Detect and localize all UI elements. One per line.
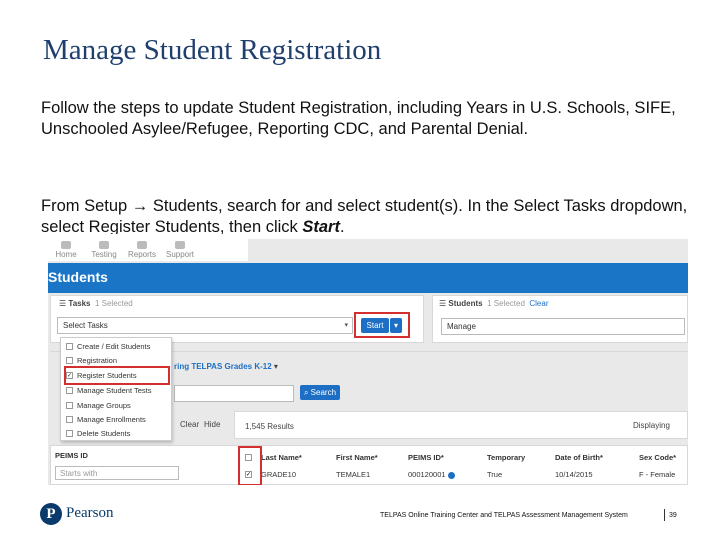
tasks-dropdown-menu: Create / Edit Students Registration ✓ Reg… (60, 337, 172, 441)
support-label: Support (165, 250, 195, 259)
students-clear-link[interactable]: Clear (529, 299, 548, 308)
select-tasks-dropdown[interactable]: Select Tasks ▾ (57, 317, 353, 334)
page-number: 39 (669, 512, 677, 519)
manage-dropdown[interactable]: Manage (441, 318, 685, 335)
delete-checkbox (66, 430, 73, 437)
tasks-label: Tasks (68, 299, 91, 308)
pearson-logo: P (40, 503, 62, 525)
register-highlight (64, 366, 170, 385)
col-first-name[interactable]: First Name* (336, 453, 378, 462)
home-icon (61, 241, 71, 249)
manage-tests-label: Manage Student Tests (77, 386, 152, 395)
registration-checkbox (66, 357, 73, 364)
col-sex-code[interactable]: Sex Code* (639, 453, 676, 462)
start-emphasis: Start (302, 218, 340, 234)
start-highlight (354, 312, 410, 338)
manage-tests-checkbox (66, 387, 73, 394)
search-label: Search (310, 388, 337, 397)
create-edit-checkbox (66, 343, 73, 350)
cell-first-name: TEMALE1 (336, 470, 371, 479)
intro-paragraph: Follow the steps to update Student Regis… (41, 99, 676, 138)
clear-link[interactable]: Clear (180, 420, 199, 429)
results-count: 1,545 Results (245, 422, 294, 431)
create-edit-label: Create / Edit Students (77, 342, 151, 351)
footer-divider (664, 509, 665, 521)
students-table: PEIMS ID Starts with Last Name* First Na… (50, 445, 688, 485)
search-button[interactable]: ⌕ Search (300, 385, 340, 400)
testing-icon (99, 241, 109, 249)
cell-dob: 10/14/2015 (555, 470, 593, 479)
manage-enrollments-label: Manage Enrollments (77, 415, 146, 424)
menu-item-manage-enrollments[interactable]: Manage Enrollments (61, 413, 173, 427)
reports-label: Reports (127, 250, 156, 259)
cell-peims-id: 000120001 (408, 470, 455, 479)
manage-groups-checkbox (66, 402, 73, 409)
menu-item-delete-students[interactable]: Delete Students (61, 427, 173, 441)
filter-input[interactable] (174, 385, 294, 402)
home-nav[interactable]: Home (48, 241, 84, 259)
app-screenshot: Home Testing Reports Support Students ☰ … (48, 239, 688, 485)
banner-title: Students (48, 269, 108, 285)
app-toolbar: Home Testing Reports Support (48, 239, 248, 261)
steps-paragraph: From Setup → Students, search for and se… (41, 196, 691, 234)
students-label: Students (448, 299, 483, 308)
info-icon[interactable] (447, 471, 455, 479)
cell-peims-value: 000120001 (408, 470, 446, 479)
delete-label: Delete Students (77, 429, 131, 438)
support-icon (175, 241, 185, 249)
slide-title: Manage Student Registration (43, 34, 382, 66)
cell-last-name: GRADE10 (261, 470, 297, 479)
displaying-label: Displaying (633, 421, 670, 430)
manage-value: Manage (447, 322, 476, 331)
col-dob[interactable]: Date of Birth* (555, 453, 603, 462)
students-header: ☰ Students 1 Selected Clear (439, 299, 549, 308)
manage-groups-label: Manage Groups (77, 401, 131, 410)
col-last-name[interactable]: Last Name* (261, 453, 302, 462)
menu-item-create-edit[interactable]: Create / Edit Students (61, 340, 173, 354)
menu-item-manage-groups[interactable]: Manage Groups (61, 399, 173, 413)
registration-label: Registration (77, 356, 118, 365)
tasks-selected: 1 Selected (94, 299, 133, 308)
filter-label: ring TELPAS Grades K-12 ▾ (174, 362, 278, 371)
testing-nav[interactable]: Testing (86, 241, 122, 259)
col-temporary[interactable]: Temporary (487, 453, 525, 462)
tasks-panel: ☰ Tasks 1 Selected Select Tasks ▾ Start ▾ (50, 295, 424, 343)
testing-label: Testing (91, 250, 117, 259)
peims-filter-input[interactable]: Starts with (55, 466, 179, 480)
home-label: Home (55, 250, 77, 259)
hide-link[interactable]: Hide (204, 420, 220, 429)
menu-item-manage-tests[interactable]: Manage Student Tests (61, 384, 173, 398)
search-icon: ⌕ (303, 388, 311, 397)
support-nav[interactable]: Support (162, 241, 198, 259)
row-select-highlight (238, 446, 262, 485)
select-tasks-value: Select Tasks (63, 321, 108, 330)
steps-period: . (339, 218, 345, 234)
steps-text: From Setup → Students, search for and se… (41, 197, 688, 234)
page-banner: Students (48, 263, 688, 293)
students-selected: 1 Selected (487, 299, 525, 308)
cell-temporary: True (487, 470, 503, 479)
footer-caption: TELPAS Online Training Center and TELPAS… (380, 512, 628, 519)
reports-icon (137, 241, 147, 249)
tasks-header: ☰ Tasks 1 Selected (59, 299, 133, 308)
filter-text: ring TELPAS Grades K-12 (174, 362, 272, 371)
pearson-brand: Pearson (66, 505, 114, 521)
students-panel: ☰ Students 1 Selected Clear Manage (432, 295, 688, 343)
peims-filter-label: PEIMS ID (55, 451, 88, 460)
col-peims-id[interactable]: PEIMS ID* (408, 453, 444, 462)
reports-nav[interactable]: Reports (124, 241, 160, 259)
chevron-down-icon: ▾ (344, 322, 348, 329)
manage-enrollments-checkbox (66, 416, 73, 423)
results-bar: 1,545 Results Displaying (234, 411, 688, 439)
cell-sex-code: F - Female (639, 470, 676, 479)
